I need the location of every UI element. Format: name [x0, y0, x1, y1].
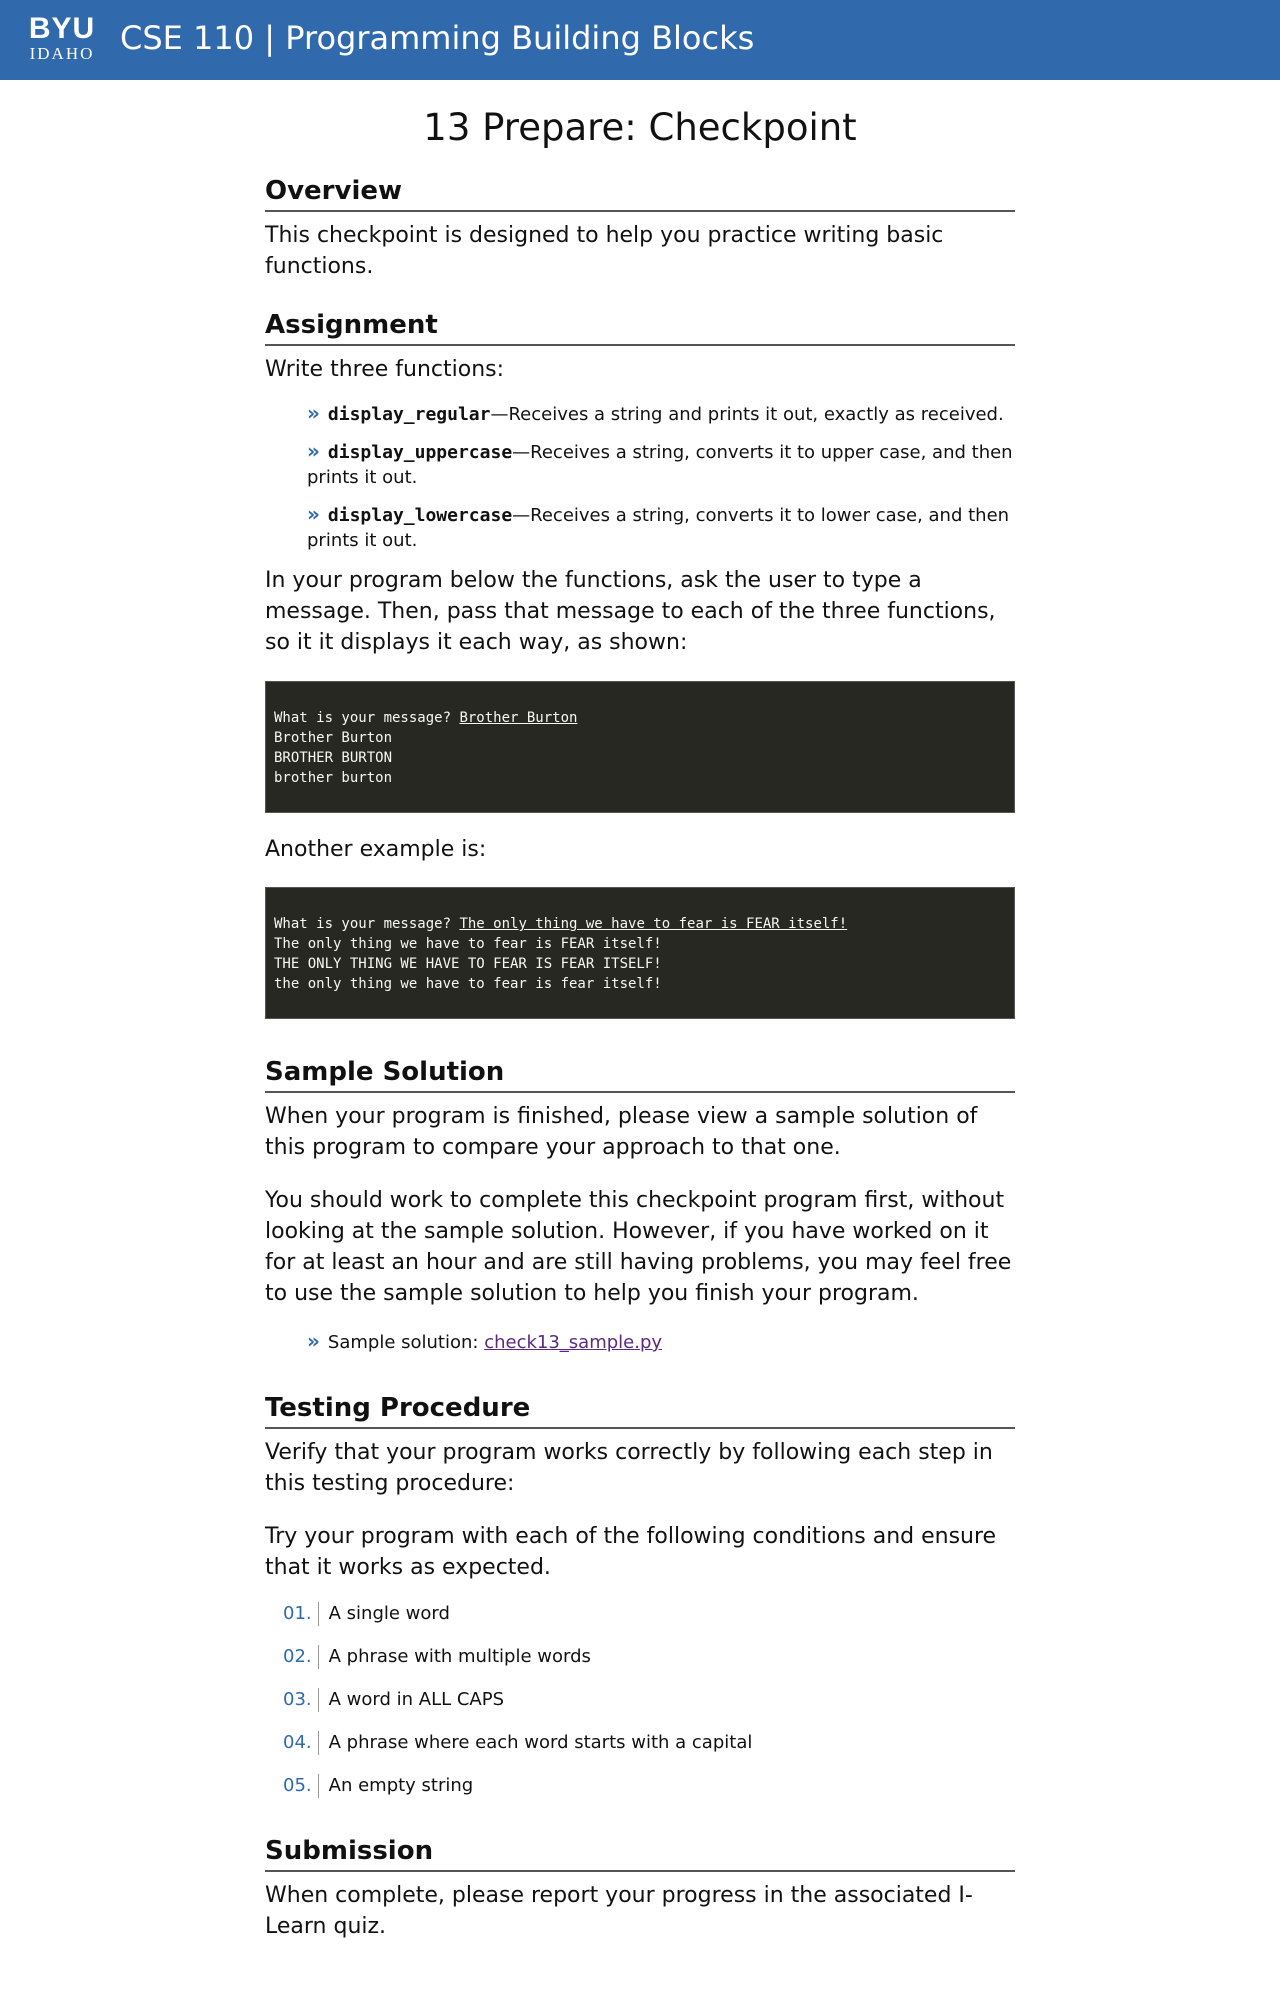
example-output-1: What is your message? Brother Burton Bro…: [265, 681, 1015, 813]
list-item: 04. A phrase where each word starts with …: [283, 1730, 1015, 1756]
terminal-line: the only thing we have to fear is fear i…: [274, 976, 662, 992]
terminal-line: THE ONLY THING WE HAVE TO FEAR IS FEAR I…: [274, 956, 662, 972]
function-desc: —Receives a string and prints it out, ex…: [490, 404, 1004, 425]
page-title: 13 Prepare: Checkpoint: [423, 106, 857, 149]
overview-text: This checkpoint is designed to help you …: [265, 223, 944, 279]
terminal-input: The only thing we have to fear is FEAR i…: [459, 916, 848, 932]
step-number: 01.: [283, 1602, 319, 1626]
list-item: » Sample solution: check13_sample.py: [307, 1329, 1015, 1355]
list-item: » display_lowercase—Receives a string, co…: [307, 502, 1015, 553]
submission-heading: Submission: [265, 1834, 1015, 1872]
terminal-line: Brother Burton: [274, 730, 393, 746]
example-output-2: What is your message? The only thing we …: [265, 887, 1015, 1019]
submission-text: When complete, please report your progre…: [265, 1883, 973, 1939]
function-name: display_regular: [327, 404, 491, 425]
step-text: A phrase where each word starts with a c…: [328, 1732, 753, 1753]
overview-heading: Overview: [265, 174, 1015, 212]
chevron-right-icon: »: [307, 439, 320, 463]
sample-solution-link[interactable]: check13_sample.py: [484, 1332, 662, 1353]
step-text: An empty string: [328, 1775, 474, 1796]
step-text: A word in ALL CAPS: [328, 1689, 505, 1710]
terminal-line: brother burton: [274, 770, 393, 786]
list-item: » display_uppercase—Receives a string, co…: [307, 439, 1015, 490]
step-number: 05.: [283, 1774, 319, 1798]
function-list: » display_regular—Receives a string and p…: [265, 401, 1015, 553]
step-number: 03.: [283, 1688, 319, 1712]
list-item: 05. An empty string: [283, 1773, 1015, 1799]
another-example-text: Another example is:: [265, 837, 487, 862]
list-item: » display_regular—Receives a string and p…: [307, 401, 1015, 427]
course-title[interactable]: CSE 110 | Programming Building Blocks: [120, 18, 754, 58]
testing-text-1: Verify that your program works correctly…: [265, 1440, 993, 1496]
chevron-right-icon: »: [307, 1329, 320, 1353]
step-text: A single word: [328, 1603, 450, 1624]
terminal-line: The only thing we have to fear is FEAR i…: [274, 936, 662, 952]
logo-idaho: IDAHO: [29, 44, 95, 63]
sample-solution-list: » Sample solution: check13_sample.py: [265, 1329, 1015, 1355]
testing-text-2: Try your program with each of the follow…: [265, 1524, 997, 1580]
main-content: 13 Prepare: Checkpoint Overview This che…: [265, 80, 1015, 1942]
step-number: 04.: [283, 1731, 319, 1755]
chevron-right-icon: »: [307, 401, 320, 425]
testing-heading: Testing Procedure: [265, 1391, 1015, 1429]
site-header: BYU IDAHO CSE 110 | Programming Building…: [0, 0, 1280, 80]
chevron-right-icon: »: [307, 502, 320, 526]
list-item: 03. A word in ALL CAPS: [283, 1687, 1015, 1713]
terminal-line: BROTHER BURTON: [274, 750, 393, 766]
byu-idaho-logo[interactable]: BYU IDAHO: [26, 14, 98, 63]
step-text: A phrase with multiple words: [328, 1646, 591, 1667]
sample-solution-heading: Sample Solution: [265, 1055, 1015, 1093]
sample-solution-text-2: You should work to complete this checkpo…: [265, 1188, 1012, 1306]
function-name: display_uppercase: [327, 442, 513, 463]
list-item: 02. A phrase with multiple words: [283, 1644, 1015, 1670]
function-name: display_lowercase: [327, 505, 513, 526]
sample-solution-label: Sample solution:: [327, 1332, 485, 1353]
assignment-heading: Assignment: [265, 308, 1015, 346]
terminal-prompt: What is your message?: [274, 710, 460, 726]
terminal-input: Brother Burton: [459, 710, 578, 726]
testing-steps: 01. A single word 02. A phrase with multip…: [265, 1601, 1015, 1799]
assignment-intro: Write three functions:: [265, 357, 505, 382]
step-number: 02.: [283, 1645, 319, 1669]
terminal-prompt: What is your message?: [274, 916, 460, 932]
logo-byu: BYU: [28, 12, 96, 45]
program-instructions: In your program below the functions, ask…: [265, 568, 996, 655]
list-item: 01. A single word: [283, 1601, 1015, 1627]
sample-solution-text-1: When your program is finished, please vi…: [265, 1104, 978, 1160]
